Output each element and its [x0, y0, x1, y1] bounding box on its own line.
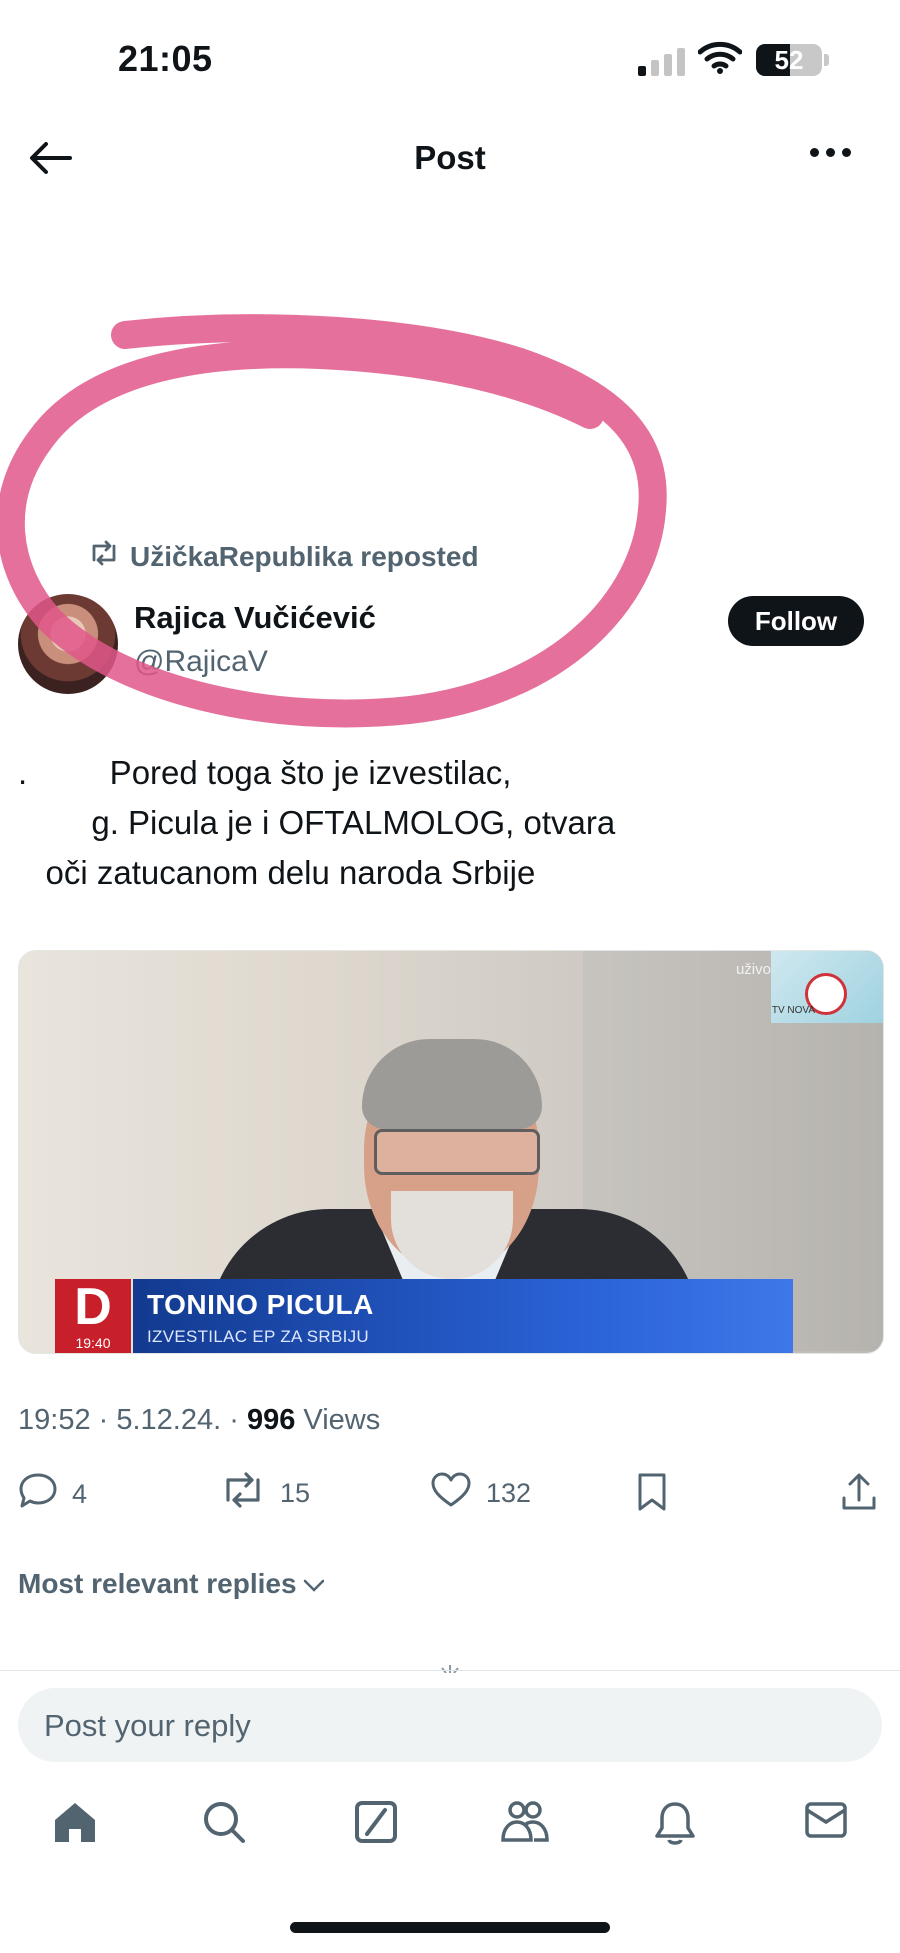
post-video[interactable]: uživo TV NOVA D 19:40 TONINO PICULA IZVE… — [18, 950, 884, 1354]
avatar[interactable] — [18, 594, 118, 694]
person-glasses — [374, 1129, 540, 1175]
repost-icon — [220, 1472, 266, 1515]
wifi-icon — [697, 40, 743, 79]
channel-brand: TV NOVA — [771, 1005, 815, 1016]
reply-placeholder: Post your reply — [44, 1708, 251, 1743]
like-icon — [430, 1472, 472, 1515]
repost-icon — [88, 540, 120, 573]
loading-spinner-icon — [438, 1660, 462, 1674]
like-button[interactable]: 132 — [430, 1472, 531, 1515]
follow-button[interactable]: Follow — [728, 596, 864, 646]
bookmark-icon — [636, 1472, 668, 1519]
grok-icon[interactable] — [354, 1800, 398, 1849]
post-date: 5.12.24. — [116, 1404, 222, 1436]
author-handle[interactable]: @RajicaV — [134, 645, 268, 679]
like-count: 132 — [486, 1478, 532, 1508]
reply-button[interactable]: 4 — [18, 1472, 87, 1517]
home-icon[interactable] — [52, 1800, 98, 1849]
cellular-signal-icon — [638, 46, 686, 76]
more-icon[interactable] — [810, 148, 851, 157]
battery-tip — [824, 54, 829, 66]
post-time: 19:52 — [18, 1404, 91, 1436]
lower-third: TONINO PICULA IZVESTILAC EP ZA SRBIJU — [133, 1279, 793, 1353]
communities-icon[interactable] — [500, 1800, 550, 1849]
reply-count: 4 — [72, 1479, 88, 1509]
home-indicator — [290, 1922, 610, 1933]
views-count: 996 — [246, 1404, 296, 1436]
repost-button[interactable]: 15 — [220, 1472, 310, 1515]
channel-letter: D — [74, 1278, 112, 1336]
lower-third-role: IZVESTILAC EP ZA SRBIJU — [147, 1327, 369, 1346]
author-name[interactable]: Rajica Vučićević — [134, 600, 376, 636]
divider — [0, 1670, 900, 1671]
views-label[interactable]: Views — [303, 1404, 380, 1436]
page-title: Post — [414, 139, 486, 176]
repost-indicator[interactable]: UžičkaRepublika reposted — [88, 540, 479, 573]
lower-third-name: TONINO PICULA — [147, 1289, 374, 1320]
status-time: 21:05 — [118, 38, 213, 79]
channel-time: 19:40 — [75, 1335, 111, 1351]
live-label: uživo — [735, 961, 771, 978]
person-hair — [362, 1039, 542, 1129]
repost-count: 15 — [280, 1478, 311, 1508]
replies-sort-label: Most relevant replies — [18, 1568, 297, 1599]
replies-sort-dropdown[interactable]: Most relevant replies — [18, 1568, 325, 1600]
bookmark-button[interactable] — [636, 1472, 668, 1519]
bottom-tab-bar — [0, 1800, 900, 1860]
battery-icon: 52 — [756, 44, 822, 76]
repost-label: UžičkaRepublika reposted — [130, 540, 479, 572]
share-button[interactable] — [840, 1472, 878, 1519]
notifications-icon[interactable] — [654, 1800, 696, 1851]
messages-icon[interactable] — [804, 1800, 848, 1845]
reply-input[interactable]: Post your reply — [18, 1688, 882, 1762]
post-text: . Pored toga što je izvestilac, g. Picul… — [18, 754, 616, 891]
post-meta: 19:52 · 5.12.24. · 996 Views — [18, 1404, 381, 1436]
channel-d-logo: D 19:40 — [55, 1279, 131, 1353]
chevron-down-icon — [303, 1568, 325, 1600]
search-icon[interactable] — [202, 1800, 246, 1849]
battery-level: 52 — [774, 45, 804, 75]
share-icon — [840, 1472, 878, 1519]
reply-icon — [18, 1472, 58, 1517]
